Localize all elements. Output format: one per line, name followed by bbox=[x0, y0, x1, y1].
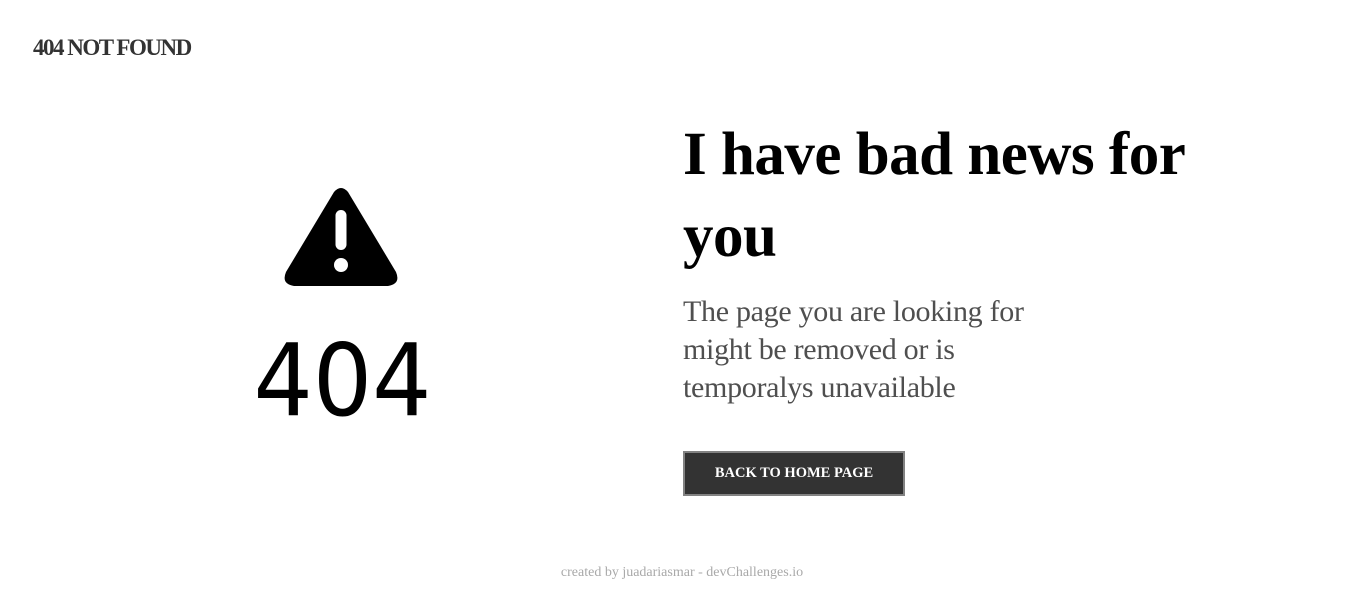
warning-triangle-icon bbox=[284, 188, 398, 286]
error-code-text: 404 bbox=[254, 332, 432, 422]
page-headline: I have bad news for you bbox=[683, 121, 1185, 270]
error-code-graphic: 404 bbox=[254, 332, 432, 422]
error-message: The page you are looking for might be re… bbox=[683, 295, 1024, 404]
warning-exclamation-bar bbox=[335, 210, 347, 250]
site-title[interactable]: 404 NOT FOUND bbox=[33, 33, 192, 63]
back-to-home-button[interactable]: BACK TO HOME PAGE bbox=[683, 451, 905, 496]
footer-credit[interactable]: created by juadariasmar - devChallenges.… bbox=[0, 564, 1364, 582]
warning-exclamation-dot bbox=[334, 258, 348, 272]
